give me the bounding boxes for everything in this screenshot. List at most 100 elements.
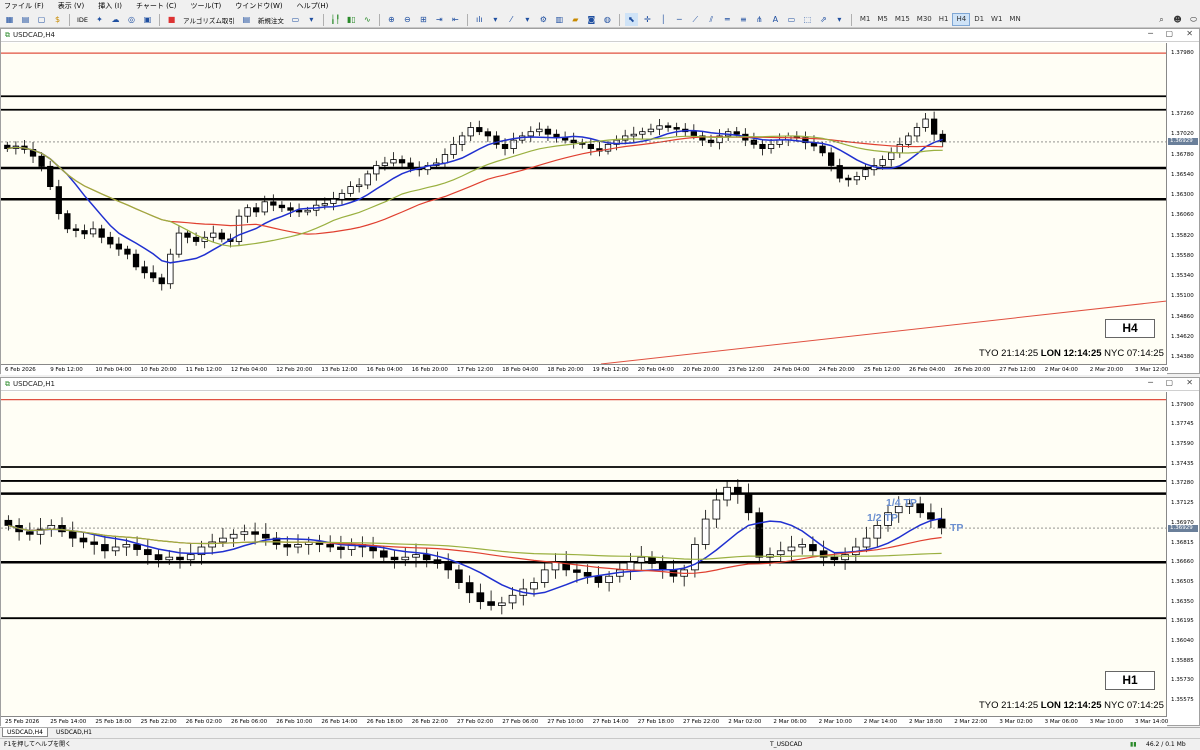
menu-item[interactable]: ヘルプ(H): [297, 1, 329, 11]
timeframe-m30[interactable]: M30: [914, 13, 935, 26]
menu-item[interactable]: 挿入 (I): [98, 1, 122, 11]
timeframe-m1[interactable]: M1: [857, 13, 874, 26]
time-tick: 27 Feb 12:00: [999, 367, 1036, 373]
price-tick: 1.36195: [1171, 618, 1194, 625]
price-tick: 1.36780: [1171, 151, 1194, 158]
close-icon[interactable]: ✕: [1186, 29, 1193, 38]
price-tick: 1.37125: [1171, 500, 1194, 507]
menu-bar: ファイル (F) 表示 (V) 挿入 (I) チャート (C) ツール(T) ウインドウ(…: [0, 0, 1200, 12]
candle: [508, 594, 517, 604]
channel-icon[interactable]: ⫽: [705, 13, 718, 26]
timeframe-h1[interactable]: H1: [936, 13, 952, 26]
timeframe-h4[interactable]: H4: [952, 13, 971, 26]
autoscroll-icon[interactable]: ⇥: [433, 13, 446, 26]
time-axis[interactable]: 25 Feb 2026 25 Feb 14:00 25 Feb 18:00 25 Fe…: [1, 716, 1168, 727]
candle: [283, 544, 292, 548]
zoom-out-icon[interactable]: ⊖: [401, 13, 414, 26]
status-bar: F1を押してヘルプを開く T_USDCAD ▮▮ 46.2 / 0.1 Mb: [0, 738, 1200, 750]
line-chart-icon[interactable]: ∿: [361, 13, 374, 26]
candle: [143, 549, 152, 556]
pitchfork-icon[interactable]: ⋔: [753, 13, 766, 26]
timeframe-d1[interactable]: D1: [971, 13, 987, 26]
price-axis[interactable]: 1.37900 1.37745 1.37590 1.37435 1.37280 1.371…: [1166, 392, 1199, 716]
chevron-down-icon[interactable]: ▾: [305, 13, 318, 26]
zoom-in-icon[interactable]: ⊕: [385, 13, 398, 26]
grid-icon[interactable]: ⊞: [417, 13, 430, 26]
menu-item[interactable]: ツール(T): [190, 1, 221, 11]
current-price-label: 1.36929: [1168, 524, 1198, 532]
timeframe-m15[interactable]: M15: [892, 13, 913, 26]
chart-canvas[interactable]: [1, 43, 1167, 364]
timeframe-mn[interactable]: MN: [1006, 13, 1023, 26]
vertical-line-icon[interactable]: │: [657, 13, 670, 26]
rectangle-icon[interactable]: ▭: [785, 13, 798, 26]
chart-plot-area[interactable]: H4 TYO 21:14:25 LON 12:14:25 NYC 07:14:2…: [1, 43, 1167, 364]
chart-window-icon[interactable]: ▢: [35, 13, 48, 26]
terminal-icon[interactable]: ▣: [141, 13, 154, 26]
new-order-button[interactable]: 新規注文: [258, 15, 284, 25]
menu-item[interactable]: チャート (C): [136, 1, 177, 11]
candle: [712, 499, 721, 520]
minimize-icon[interactable]: ─: [1148, 29, 1153, 38]
price-axis[interactable]: 1.37980 1.37260 1.37020 1.36780 1.36540 1.363…: [1166, 43, 1199, 364]
timeframe-m5[interactable]: M5: [874, 13, 891, 26]
trendline-icon[interactable]: ⟋: [689, 13, 702, 26]
price-tick: 1.35575: [1171, 697, 1194, 704]
shapes-icon[interactable]: ⬚: [801, 13, 814, 26]
time-axis[interactable]: 6 Feb 2026 9 Feb 12:00 10 Feb 04:00 10 Feb …: [1, 364, 1168, 375]
minimize-icon[interactable]: ─: [1148, 378, 1153, 387]
arrows-icon[interactable]: ⇗: [817, 13, 830, 26]
objects-icon[interactable]: ⁄: [505, 13, 518, 26]
candle: [235, 215, 243, 242]
price-tick: 1.37980: [1171, 50, 1194, 57]
settings-icon[interactable]: ⚙: [537, 13, 550, 26]
depth-of-market-icon[interactable]: ▭: [289, 13, 302, 26]
tab-usdcad-h1[interactable]: USDCAD,H1: [52, 728, 96, 737]
time-tick: 27 Feb 10:00: [547, 719, 584, 725]
templates-icon[interactable]: ▥: [553, 13, 566, 26]
search-icon[interactable]: ⌕: [1155, 13, 1168, 26]
screenshot-icon[interactable]: ◙: [585, 13, 598, 26]
chevron-down-icon[interactable]: ▾: [489, 13, 502, 26]
restore-icon[interactable]: ▢: [1165, 378, 1173, 387]
menu-item[interactable]: ファイル (F): [4, 1, 44, 11]
timeframe-w1[interactable]: W1: [988, 13, 1005, 26]
folder-icon[interactable]: ▰: [569, 13, 582, 26]
price-tick: 1.37280: [1171, 480, 1194, 487]
chevron-down-icon[interactable]: ▾: [833, 13, 846, 26]
account-icon[interactable]: ☻: [1171, 13, 1184, 26]
text-icon[interactable]: A: [769, 13, 782, 26]
crosshair-icon[interactable]: ✛: [641, 13, 654, 26]
menu-item[interactable]: 表示 (V): [58, 1, 84, 11]
equidistant-channel-icon[interactable]: ═: [721, 13, 734, 26]
fibonacci-icon[interactable]: ≡: [737, 13, 750, 26]
chart-canvas[interactable]: [1, 392, 1167, 716]
new-order-icon[interactable]: ▤: [240, 13, 253, 26]
tab-usdcad-h4[interactable]: USDCAD,H4: [2, 728, 48, 737]
marketwatch-icon[interactable]: $: [51, 13, 64, 26]
horizontal-line-icon[interactable]: ─: [673, 13, 686, 26]
community-icon[interactable]: ⬭: [1187, 13, 1200, 26]
chart-shift-icon[interactable]: ⇤: [449, 13, 462, 26]
strategy-tester-icon[interactable]: ◎: [125, 13, 138, 26]
ide-button[interactable]: IDE: [77, 16, 88, 24]
time-tick: 18 Feb 04:00: [502, 367, 539, 373]
chevron-down-icon[interactable]: ▾: [521, 13, 534, 26]
restore-icon[interactable]: ▢: [1165, 29, 1173, 38]
candle: [132, 253, 140, 268]
cloud-icon[interactable]: ☁: [109, 13, 122, 26]
candle: [570, 139, 577, 144]
algo-trading-icon[interactable]: ■: [165, 13, 178, 26]
chart-plot-area[interactable]: 1/4 TP 1/2 TP TP H1 TYO 21:14:25 LON 12:…: [1, 392, 1167, 716]
properties-icon[interactable]: ◍: [601, 13, 614, 26]
new-chart-icon[interactable]: ▦: [3, 13, 16, 26]
menu-item[interactable]: ウインドウ(W): [235, 1, 282, 11]
close-icon[interactable]: ✕: [1186, 378, 1193, 387]
navigator-icon[interactable]: ✦: [93, 13, 106, 26]
profiles-icon[interactable]: ▤: [19, 13, 32, 26]
candlestick-icon[interactable]: ▮▯: [345, 13, 358, 26]
bar-chart-icon[interactable]: ╽╿: [329, 13, 342, 26]
indicators-icon[interactable]: ılı: [473, 13, 486, 26]
algo-trading-button[interactable]: アルゴリズム取引: [183, 15, 235, 25]
cursor-icon[interactable]: ⬉: [624, 13, 638, 26]
